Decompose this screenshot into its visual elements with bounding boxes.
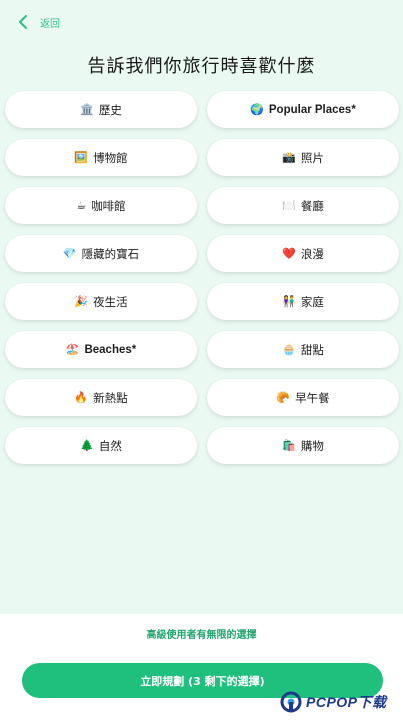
beach-icon: 🏖️ bbox=[65, 343, 80, 356]
tree-icon: 🌲 bbox=[80, 439, 94, 452]
category-chip[interactable]: ☕ 咖啡館 bbox=[5, 187, 197, 224]
category-chip[interactable]: 🔥 新熱點 bbox=[5, 379, 197, 416]
cupcake-icon: 🧁 bbox=[282, 343, 296, 356]
category-chip[interactable]: 🌍 Popular Places* bbox=[207, 91, 399, 128]
premium-note-text: 高級使用者有無限的選擇 bbox=[146, 629, 257, 641]
category-chip[interactable]: 📸 照片 bbox=[207, 139, 399, 176]
category-label: 咖啡館 bbox=[91, 198, 126, 213]
watermark: PCPOP下载 bbox=[280, 684, 403, 720]
pcpop-logo-icon bbox=[280, 691, 302, 713]
camera-icon: 📸 bbox=[282, 151, 296, 164]
category-chip[interactable]: 🥐 早午餐 bbox=[207, 379, 399, 416]
category-label: 自然 bbox=[98, 438, 122, 453]
category-chip[interactable]: 👫 家庭 bbox=[207, 283, 399, 320]
category-label: 購物 bbox=[300, 438, 324, 453]
category-label: 博物館 bbox=[93, 150, 128, 165]
category-chip[interactable]: 🛍️ 購物 bbox=[207, 427, 399, 464]
museum-icon: 🏛️ bbox=[80, 103, 94, 116]
category-label: 家庭 bbox=[300, 294, 324, 309]
category-label: 浪漫 bbox=[300, 246, 324, 261]
category-label: Popular Places* bbox=[268, 103, 356, 116]
category-chip[interactable]: 🏛️ 歷史 bbox=[5, 91, 197, 128]
category-label: 照片 bbox=[300, 150, 324, 165]
category-label: 新熱點 bbox=[93, 390, 128, 405]
category-grid: 🏛️ 歷史 🌍 Popular Places* 🖼️ 博物館 📸 照片 ☕ 咖啡館 🍽️ 餐廳 💎 隱藏的… bbox=[5, 91, 399, 464]
category-chip[interactable]: 🧁 甜點 bbox=[207, 331, 399, 368]
watermark-text: PCPOP下载 bbox=[306, 694, 387, 710]
framed-picture-icon: 🖼️ bbox=[74, 151, 89, 164]
category-label: 餐廳 bbox=[300, 198, 324, 213]
plate-cutlery-icon: 🍽️ bbox=[282, 199, 296, 212]
back-button[interactable]: 返回 bbox=[40, 15, 60, 30]
gem-icon: 💎 bbox=[62, 247, 77, 260]
coffee-icon: ☕ bbox=[76, 199, 87, 212]
category-label: Beaches* bbox=[84, 343, 137, 356]
family-icon: 👫 bbox=[282, 295, 296, 308]
fire-icon: 🔥 bbox=[74, 391, 89, 404]
category-chip[interactable]: 🎉 夜生活 bbox=[5, 283, 197, 320]
category-chip[interactable]: 🍽️ 餐廳 bbox=[207, 187, 399, 224]
premium-note: 高級使用者有無限的選擇 bbox=[0, 614, 403, 652]
category-label: 夜生活 bbox=[93, 294, 128, 309]
category-label: 歷史 bbox=[98, 102, 122, 117]
croissant-icon: 🥐 bbox=[276, 391, 291, 404]
category-chip[interactable]: 💎 隱藏的寶石 bbox=[5, 235, 197, 272]
shopping-bags-icon: 🛍️ bbox=[282, 439, 296, 452]
category-chip[interactable]: ❤️ 浪漫 bbox=[207, 235, 399, 272]
category-chip[interactable]: 🖼️ 博物館 bbox=[5, 139, 197, 176]
category-label: 隱藏的寶石 bbox=[81, 246, 140, 261]
category-label: 早午餐 bbox=[295, 390, 330, 405]
globe-icon: 🌍 bbox=[250, 103, 264, 116]
heart-icon: ❤️ bbox=[282, 247, 296, 260]
chevron-left-icon[interactable] bbox=[14, 13, 32, 31]
top-bar: 返回 bbox=[0, 0, 403, 44]
page-title: 告訴我們你旅行時喜歡什麼 bbox=[87, 56, 316, 77]
category-label: 甜點 bbox=[300, 342, 324, 357]
category-chip[interactable]: 🏖️ Beaches* bbox=[5, 331, 197, 368]
category-chip[interactable]: 🌲 自然 bbox=[5, 427, 197, 464]
party-popper-icon: 🎉 bbox=[74, 295, 89, 308]
